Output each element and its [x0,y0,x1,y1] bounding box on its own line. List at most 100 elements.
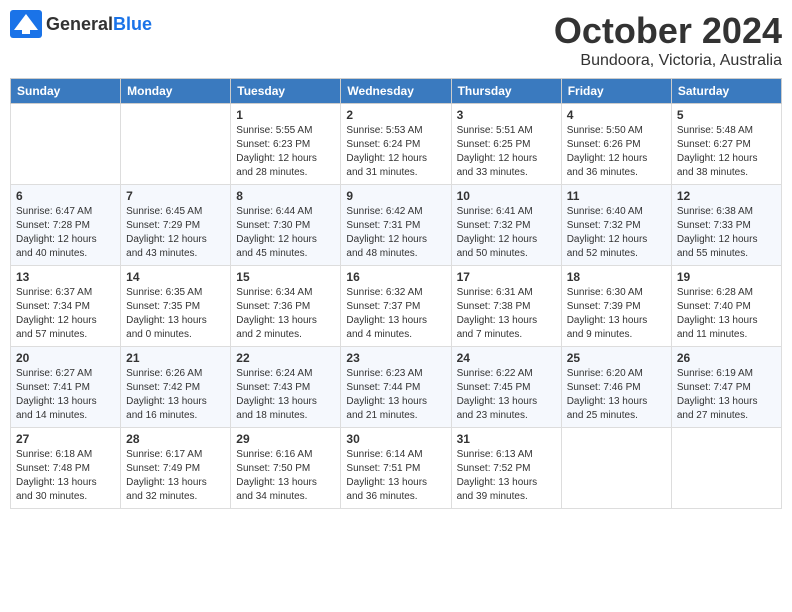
day-number: 27 [16,432,115,446]
day-number: 23 [346,351,445,365]
calendar-cell: 15Sunrise: 6:34 AM Sunset: 7:36 PM Dayli… [231,266,341,347]
cell-content: Sunrise: 6:35 AM Sunset: 7:35 PM Dayligh… [126,286,225,342]
calendar-cell: 23 Sunrise: 6:23 AM Sunset: 7:44 PM Dayli… [341,347,451,428]
day-number: 28 [126,432,225,446]
cell-content: Sunrise: 6:47 AM Sunset: 7:28 PM Dayligh… [16,205,115,261]
calendar-cell [11,104,121,185]
page-header: GeneralBlue October 2024 Bundoora, Victo… [10,10,782,70]
cell-content: Sunrise: 6:41 AM Sunset: 7:32 PM Dayligh… [457,205,556,261]
day-number: 1 [236,108,335,122]
day-number: 16 [346,270,445,284]
calendar-week-5: 27 Sunrise: 6:18 AM Sunset: 7:48 PM Dayli… [11,428,782,509]
logo: GeneralBlue [10,10,152,38]
day-number: 10 [457,189,556,203]
logo-text: GeneralBlue [46,14,152,35]
day-number: 2 [346,108,445,122]
calendar-cell: 6 Sunrise: 6:47 AM Sunset: 7:28 PM Daylig… [11,185,121,266]
title-block: October 2024 Bundoora, Victoria, Austral… [554,10,782,70]
calendar-cell: 19Sunrise: 6:28 AM Sunset: 7:40 PM Dayli… [671,266,781,347]
day-number: 12 [677,189,776,203]
header-row: Sunday Monday Tuesday Wednesday Thursday… [11,79,782,104]
day-number: 4 [567,108,666,122]
col-tuesday: Tuesday [231,79,341,104]
calendar-cell: 26Sunrise: 6:19 AM Sunset: 7:47 PM Dayli… [671,347,781,428]
calendar-cell [121,104,231,185]
col-thursday: Thursday [451,79,561,104]
calendar-table: Sunday Monday Tuesday Wednesday Thursday… [10,78,782,509]
cell-content: Sunrise: 6:32 AM Sunset: 7:37 PM Dayligh… [346,286,445,342]
logo-general: General [46,14,113,34]
day-number: 24 [457,351,556,365]
calendar-body: 1 Sunrise: 5:55 AM Sunset: 6:23 PM Daylig… [11,104,782,509]
day-number: 25 [567,351,666,365]
cell-content: Sunrise: 5:50 AM Sunset: 6:26 PM Dayligh… [567,124,666,180]
calendar-week-4: 20 Sunrise: 6:27 AM Sunset: 7:41 PM Dayli… [11,347,782,428]
cell-content: Sunrise: 5:55 AM Sunset: 6:23 PM Dayligh… [236,124,335,180]
calendar-cell [561,428,671,509]
day-number: 30 [346,432,445,446]
calendar-cell: 30 Sunrise: 6:14 AM Sunset: 7:51 PM Dayli… [341,428,451,509]
day-number: 20 [16,351,115,365]
cell-content: Sunrise: 6:26 AM Sunset: 7:42 PM Dayligh… [126,367,225,423]
calendar-cell [671,428,781,509]
cell-content: Sunrise: 6:14 AM Sunset: 7:51 PM Dayligh… [346,448,445,504]
cell-content: Sunrise: 6:23 AM Sunset: 7:44 PM Dayligh… [346,367,445,423]
cell-content: Sunrise: 6:18 AM Sunset: 7:48 PM Dayligh… [16,448,115,504]
day-number: 31 [457,432,556,446]
col-sunday: Sunday [11,79,121,104]
day-number: 8 [236,189,335,203]
location-title: Bundoora, Victoria, Australia [554,52,782,70]
day-number: 11 [567,189,666,203]
calendar-cell: 16 Sunrise: 6:32 AM Sunset: 7:37 PM Dayli… [341,266,451,347]
col-wednesday: Wednesday [341,79,451,104]
cell-content: Sunrise: 6:38 AM Sunset: 7:33 PM Dayligh… [677,205,776,261]
day-number: 29 [236,432,335,446]
cell-content: Sunrise: 6:19 AM Sunset: 7:47 PM Dayligh… [677,367,776,423]
col-monday: Monday [121,79,231,104]
calendar-cell: 18Sunrise: 6:30 AM Sunset: 7:39 PM Dayli… [561,266,671,347]
logo-blue: Blue [113,14,152,34]
calendar-cell: 29 Sunrise: 6:16 AM Sunset: 7:50 PM Dayli… [231,428,341,509]
cell-content: Sunrise: 6:17 AM Sunset: 7:49 PM Dayligh… [126,448,225,504]
cell-content: Sunrise: 6:27 AM Sunset: 7:41 PM Dayligh… [16,367,115,423]
day-number: 15 [236,270,335,284]
cell-content: Sunrise: 6:31 AM Sunset: 7:38 PM Dayligh… [457,286,556,342]
col-saturday: Saturday [671,79,781,104]
calendar-cell: 17 Sunrise: 6:31 AM Sunset: 7:38 PM Dayli… [451,266,561,347]
cell-content: Sunrise: 6:24 AM Sunset: 7:43 PM Dayligh… [236,367,335,423]
calendar-cell: 9Sunrise: 6:42 AM Sunset: 7:31 PM Daylig… [341,185,451,266]
cell-content: Sunrise: 6:13 AM Sunset: 7:52 PM Dayligh… [457,448,556,504]
cell-content: Sunrise: 6:28 AM Sunset: 7:40 PM Dayligh… [677,286,776,342]
day-number: 14 [126,270,225,284]
cell-content: Sunrise: 6:16 AM Sunset: 7:50 PM Dayligh… [236,448,335,504]
cell-content: Sunrise: 6:37 AM Sunset: 7:34 PM Dayligh… [16,286,115,342]
calendar-cell: 1 Sunrise: 5:55 AM Sunset: 6:23 PM Daylig… [231,104,341,185]
calendar-cell: 4 Sunrise: 5:50 AM Sunset: 6:26 PM Daylig… [561,104,671,185]
calendar-cell: 25Sunrise: 6:20 AM Sunset: 7:46 PM Dayli… [561,347,671,428]
calendar-cell: 3 Sunrise: 5:51 AM Sunset: 6:25 PM Daylig… [451,104,561,185]
calendar-week-3: 13 Sunrise: 6:37 AM Sunset: 7:34 PM Dayli… [11,266,782,347]
day-number: 17 [457,270,556,284]
day-number: 3 [457,108,556,122]
calendar-week-2: 6 Sunrise: 6:47 AM Sunset: 7:28 PM Daylig… [11,185,782,266]
day-number: 7 [126,189,225,203]
calendar-cell: 11 Sunrise: 6:40 AM Sunset: 7:32 PM Dayli… [561,185,671,266]
cell-content: Sunrise: 6:40 AM Sunset: 7:32 PM Dayligh… [567,205,666,261]
cell-content: Sunrise: 5:53 AM Sunset: 6:24 PM Dayligh… [346,124,445,180]
calendar-cell: 5 Sunrise: 5:48 AM Sunset: 6:27 PM Daylig… [671,104,781,185]
calendar-cell: 12 Sunrise: 6:38 AM Sunset: 7:33 PM Dayli… [671,185,781,266]
day-number: 5 [677,108,776,122]
calendar-cell: 27 Sunrise: 6:18 AM Sunset: 7:48 PM Dayli… [11,428,121,509]
cell-content: Sunrise: 5:51 AM Sunset: 6:25 PM Dayligh… [457,124,556,180]
calendar-cell: 20 Sunrise: 6:27 AM Sunset: 7:41 PM Dayli… [11,347,121,428]
day-number: 22 [236,351,335,365]
calendar-cell: 31 Sunrise: 6:13 AM Sunset: 7:52 PM Dayli… [451,428,561,509]
day-number: 6 [16,189,115,203]
calendar-cell: 10 Sunrise: 6:41 AM Sunset: 7:32 PM Dayli… [451,185,561,266]
cell-content: Sunrise: 5:48 AM Sunset: 6:27 PM Dayligh… [677,124,776,180]
month-title: October 2024 [554,10,782,52]
calendar-cell: 7 Sunrise: 6:45 AM Sunset: 7:29 PM Daylig… [121,185,231,266]
day-number: 13 [16,270,115,284]
cell-content: Sunrise: 6:22 AM Sunset: 7:45 PM Dayligh… [457,367,556,423]
cell-content: Sunrise: 6:45 AM Sunset: 7:29 PM Dayligh… [126,205,225,261]
